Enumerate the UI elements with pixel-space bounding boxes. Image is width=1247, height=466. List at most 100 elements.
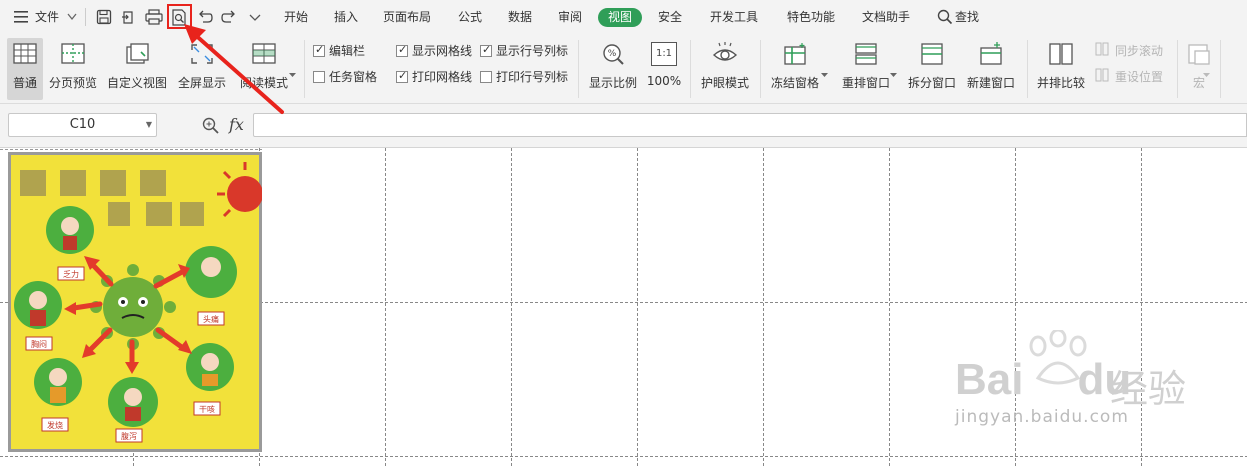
- poster-label-chest-tightness: 胸闷: [31, 339, 47, 349]
- normal-view-label: 普通: [12, 76, 37, 90]
- show-gridlines-label: 显示网格线: [412, 44, 473, 58]
- page-break-preview-button[interactable]: 分页预览: [46, 38, 100, 98]
- macro-icon: [1188, 44, 1210, 65]
- custom-view-icon: [126, 43, 149, 64]
- new-window-icon: [980, 42, 1002, 65]
- hamburger-menu-icon[interactable]: [14, 11, 30, 23]
- checkbox-unchecked[interactable]: [480, 70, 492, 83]
- watermark-jingyan-text: 经验: [1110, 367, 1187, 411]
- freeze-panes-dropdown-icon[interactable]: [821, 73, 828, 78]
- macro-dropdown-icon: [1203, 73, 1210, 77]
- split-window-label: 拆分窗口: [907, 76, 956, 90]
- arrange-windows-icon: [855, 43, 877, 65]
- sync-scroll-button: 同步滚动: [1115, 44, 1164, 58]
- divider: [85, 8, 86, 26]
- name-box[interactable]: C10 ▼: [8, 113, 157, 137]
- reset-position-icon: [1095, 68, 1109, 82]
- checkbox-checked[interactable]: [480, 43, 492, 57]
- poster-label-dry-cough: 干咳: [199, 404, 215, 414]
- export-icon[interactable]: [120, 9, 136, 25]
- side-by-side-icon: [1049, 43, 1073, 65]
- normal-view-button[interactable]: 普通: [4, 38, 46, 98]
- side-by-side-button[interactable]: 并排比较: [1034, 38, 1088, 98]
- poster-image[interactable]: 乏力 头痛 胸闷 干咳 发烧 腹泻: [8, 152, 262, 452]
- eye-icon: [712, 42, 738, 61]
- tab-review[interactable]: 审阅: [558, 8, 582, 25]
- show-headings-checkbox[interactable]: 显示行号列标: [480, 42, 568, 59]
- tab-data[interactable]: 数据: [508, 8, 532, 25]
- tab-developer[interactable]: 开发工具: [710, 8, 758, 25]
- divider: [1027, 40, 1028, 98]
- annotation-arrow: [184, 24, 284, 114]
- poster-label-headache: 头痛: [203, 314, 219, 324]
- save-icon[interactable]: [96, 9, 112, 25]
- custom-view-label: 自定义视图: [106, 76, 167, 90]
- zoom-search-icon[interactable]: [202, 117, 219, 134]
- side-by-side-label: 并排比较: [1036, 76, 1085, 90]
- chevron-down-icon[interactable]: ▼: [146, 114, 152, 136]
- sync-scroll-icon: [1095, 42, 1109, 56]
- split-window-button[interactable]: 拆分窗口: [904, 38, 960, 98]
- arrange-windows-dropdown-icon[interactable]: [890, 73, 897, 78]
- zoom-100-icon: 1:1: [651, 42, 677, 66]
- zoom-label: 显示比例: [588, 76, 637, 90]
- tab-view[interactable]: 视图: [598, 8, 642, 27]
- checkbox-unchecked[interactable]: [313, 70, 325, 83]
- zoom-icon: %: [603, 44, 624, 65]
- freeze-panes-icon: [784, 43, 806, 65]
- search-button[interactable]: 查找: [955, 8, 979, 25]
- poster-label-diarrhea: 腹泻: [121, 431, 137, 441]
- custom-view-button[interactable]: 自定义视图: [104, 38, 170, 98]
- freeze-panes-button[interactable]: 冻结窗格: [766, 38, 824, 98]
- tab-security[interactable]: 安全: [658, 8, 682, 25]
- macro-button: 宏: [1184, 38, 1214, 98]
- show-headings-label: 显示行号列标: [496, 44, 569, 58]
- print-headings-checkbox[interactable]: 打印行号列标: [480, 68, 568, 85]
- new-window-button[interactable]: 新建窗口: [962, 38, 1020, 98]
- tab-insert[interactable]: 插入: [334, 8, 358, 25]
- divider: [1220, 40, 1221, 98]
- print-headings-label: 打印行号列标: [496, 70, 569, 84]
- zoom-button[interactable]: % 显示比例: [586, 38, 640, 98]
- reading-mode-dropdown-icon[interactable]: [289, 73, 296, 78]
- poster-label-fatigue: 乏力: [63, 269, 79, 279]
- page-break-preview-icon: [61, 43, 85, 64]
- watermark-url: jingyan.baidu.com: [955, 407, 1129, 427]
- tab-doc-assistant[interactable]: 文档助手: [862, 8, 910, 25]
- checkbox-checked[interactable]: [396, 69, 408, 83]
- reset-position-button: 重设位置: [1115, 70, 1164, 84]
- normal-view-icon: [13, 43, 37, 64]
- print-icon[interactable]: [145, 9, 163, 25]
- print-gridlines-label: 打印网格线: [412, 70, 473, 84]
- svg-text:%: %: [608, 49, 617, 59]
- print-gridlines-checkbox[interactable]: 打印网格线: [396, 68, 472, 85]
- eye-protection-button[interactable]: 护眼模式: [698, 38, 752, 98]
- task-pane-checkbox[interactable]: 任务窗格: [313, 68, 377, 85]
- split-window-icon: [921, 43, 943, 65]
- divider: [304, 40, 305, 98]
- arrange-windows-button[interactable]: 重排窗口: [836, 38, 896, 98]
- divider: [578, 40, 579, 98]
- checkbox-checked[interactable]: [313, 43, 325, 57]
- tab-page-layout[interactable]: 页面布局: [383, 8, 431, 25]
- file-menu[interactable]: 文件: [35, 8, 59, 25]
- formula-input[interactable]: [253, 113, 1247, 137]
- chevron-down-icon[interactable]: [67, 13, 77, 21]
- page-break-preview-label: 分页预览: [48, 76, 97, 90]
- tab-special-features[interactable]: 特色功能: [787, 8, 835, 25]
- divider: [1177, 40, 1178, 98]
- zoom-100-button[interactable]: 1:1 100%: [644, 38, 684, 98]
- search-icon[interactable]: [937, 9, 953, 25]
- freeze-panes-label: 冻结窗格: [770, 76, 819, 90]
- edit-bar-checkbox[interactable]: 编辑栏: [313, 42, 365, 59]
- checkbox-checked[interactable]: [396, 43, 408, 57]
- edit-bar-label: 编辑栏: [329, 44, 366, 58]
- show-gridlines-checkbox[interactable]: 显示网格线: [396, 42, 472, 59]
- watermark-brand-bai: Bai: [955, 355, 1024, 404]
- new-window-label: 新建窗口: [966, 76, 1015, 90]
- tab-formulas[interactable]: 公式: [458, 8, 482, 25]
- arrange-windows-label: 重排窗口: [841, 76, 890, 90]
- poster-label-fever: 发烧: [47, 420, 63, 430]
- eye-protection-label: 护眼模式: [700, 76, 749, 90]
- divider: [690, 40, 691, 98]
